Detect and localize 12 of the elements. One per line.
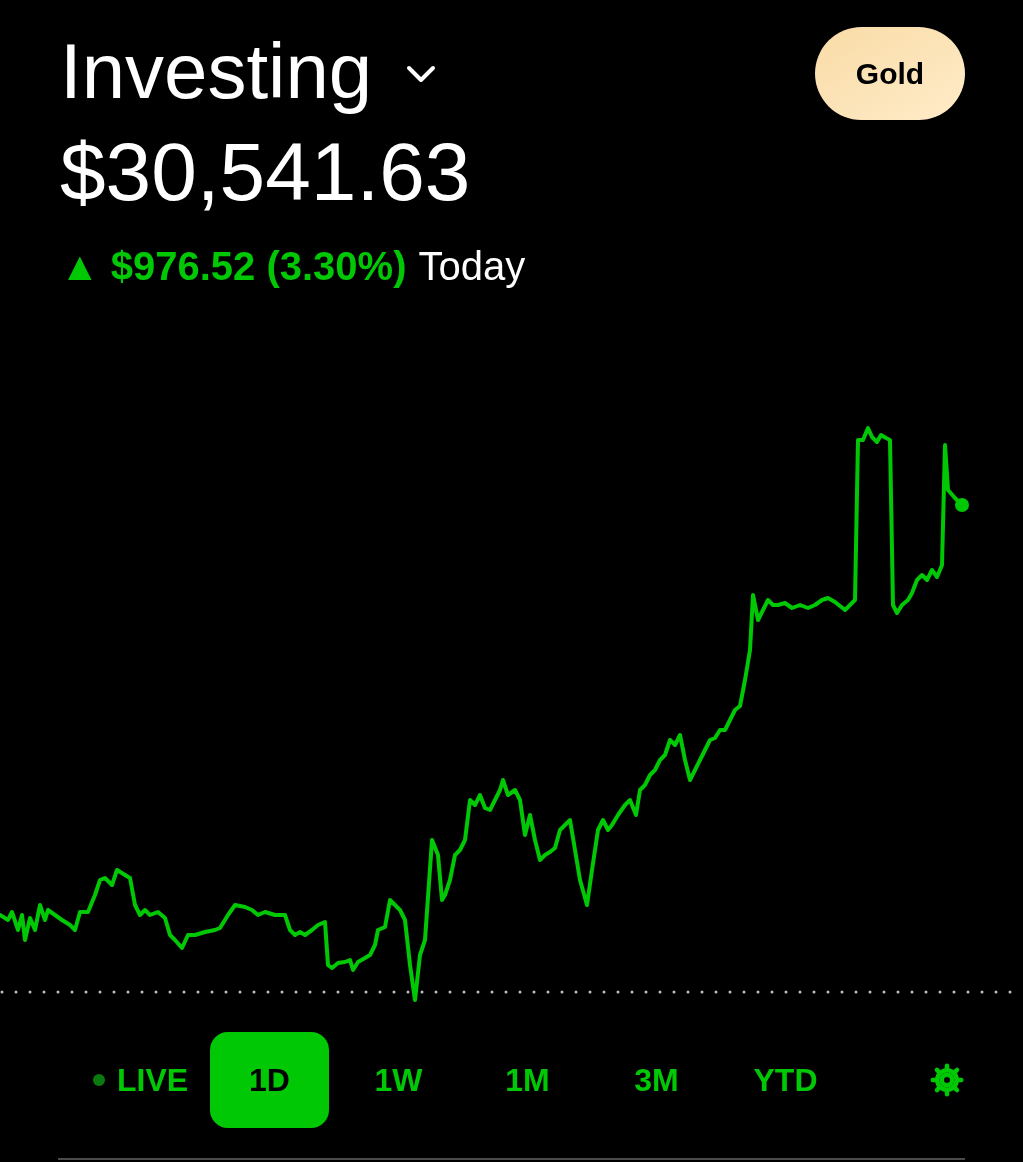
range-tab[interactable]: 1M [468, 1032, 587, 1128]
settings-icon [929, 1062, 965, 1098]
range-tab[interactable]: 1W [339, 1032, 458, 1128]
change-period: Today [418, 243, 526, 290]
change-amount: ▲ $976.52 (3.30%) [60, 243, 407, 290]
range-tab[interactable]: LIVE [81, 1032, 200, 1128]
portfolio-value: $30,541.63 [60, 127, 472, 217]
range-tab[interactable]: 1D [210, 1032, 329, 1128]
membership-button[interactable]: Gold [815, 27, 965, 120]
range-tab[interactable]: YTD [726, 1032, 845, 1128]
range-tab[interactable]: 3M [597, 1032, 716, 1128]
chevron-down-icon [406, 65, 437, 83]
